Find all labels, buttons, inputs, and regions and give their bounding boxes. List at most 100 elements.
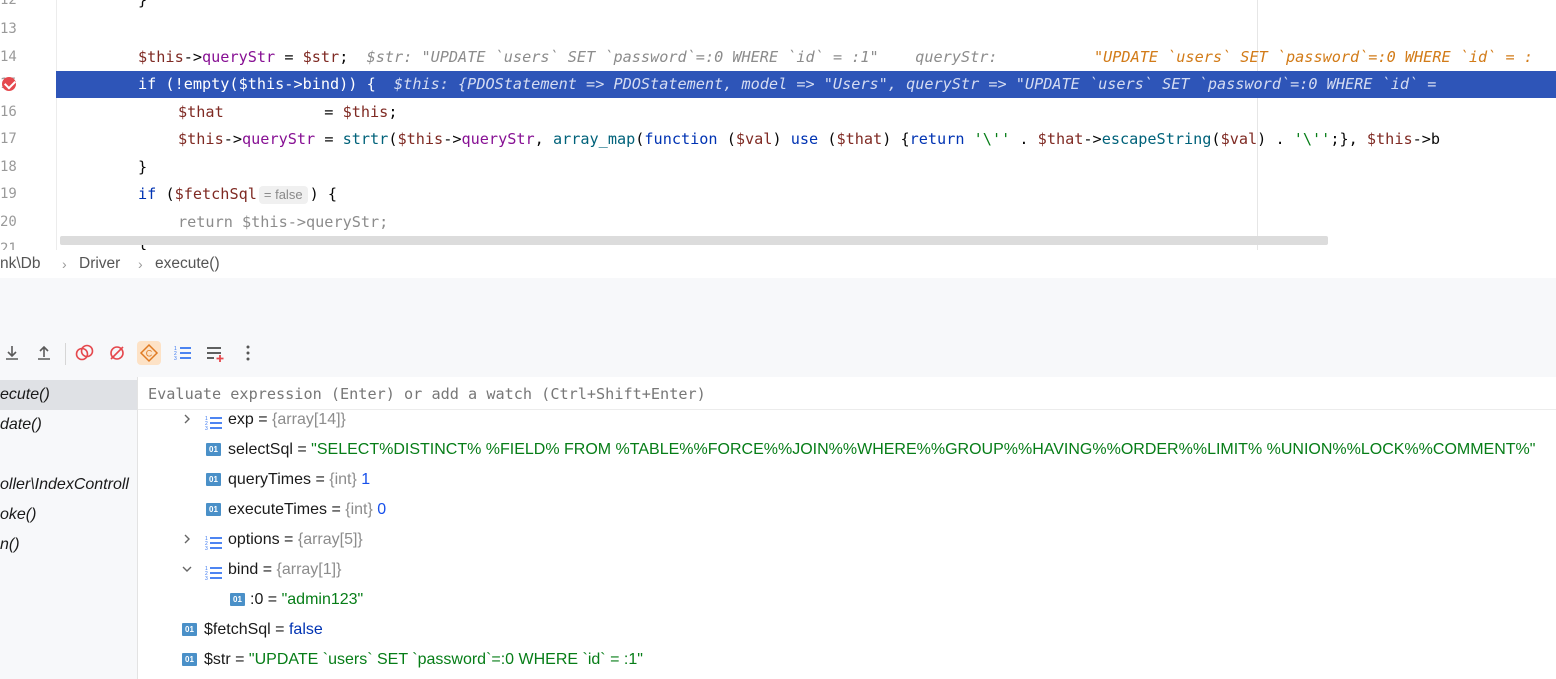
variable-value: false bbox=[288, 621, 323, 638]
toolbar-separator bbox=[65, 343, 66, 365]
frame-item[interactable]: n() bbox=[0, 530, 137, 560]
variable-type: {array[5]} bbox=[297, 531, 363, 548]
breadcrumb-item[interactable]: execute() bbox=[155, 250, 220, 278]
code-editor[interactable]: 12 } 13 14 $this->queryStr = $str; $str:… bbox=[0, 0, 1556, 250]
variable-name: queryTimes bbox=[228, 471, 311, 488]
code-line[interactable]: 13 bbox=[0, 16, 1556, 43]
variable-name: bind bbox=[228, 561, 259, 578]
chevron-right-icon[interactable] bbox=[180, 405, 194, 435]
inline-debug-value-changed: "UPDATE `users` SET `password`=:0 WHERE … bbox=[1094, 48, 1533, 66]
code-text: $that = $this; bbox=[178, 103, 398, 121]
variable-row[interactable]: 01 :0 = "admin123" bbox=[138, 585, 1556, 615]
variable-row[interactable]: 01 selectSql = "SELECT%DISTINCT% %FIELD%… bbox=[138, 435, 1556, 465]
code-line[interactable]: 12 } bbox=[0, 0, 1556, 14]
svg-text:C: C bbox=[146, 349, 153, 359]
chevron-down-icon[interactable] bbox=[180, 555, 194, 585]
variable-name: exp bbox=[228, 411, 254, 428]
variable-row[interactable]: 01 $fetchSql = false bbox=[138, 615, 1556, 645]
code-text: } bbox=[138, 158, 148, 176]
variable-type: {array[14]} bbox=[272, 411, 346, 428]
variable-value: "UPDATE `users` SET `password`=:0 WHERE … bbox=[248, 651, 643, 668]
code-line[interactable]: 18 } bbox=[0, 154, 1556, 181]
variables-panel: 123 exp = {array[14]} 01 selectSql = "SE… bbox=[138, 377, 1556, 679]
variable-name: :0 bbox=[250, 591, 264, 608]
variable-type: {array[1]} bbox=[276, 561, 342, 578]
code-text: if (!empty($this->bind)) { $this: {PDOSt… bbox=[138, 75, 1446, 93]
line-number: 16 bbox=[0, 104, 17, 120]
line-number: 12 bbox=[0, 0, 17, 8]
inlay-hint: = false bbox=[258, 186, 308, 204]
more-icon[interactable] bbox=[236, 341, 260, 365]
code-line[interactable]: 19 if ($fetchSql = false) { bbox=[0, 181, 1556, 208]
variable-row[interactable]: 01 $str = "UPDATE `users` SET `password`… bbox=[138, 645, 1556, 675]
code-line[interactable]: 20 return $this->queryStr; bbox=[0, 209, 1556, 236]
variable-name: $str bbox=[204, 651, 231, 668]
svg-text:3: 3 bbox=[205, 426, 208, 431]
step-into-icon[interactable] bbox=[0, 341, 24, 365]
variable-name: options bbox=[228, 531, 280, 548]
variable-row[interactable]: 123 bind = {array[1]} bbox=[138, 555, 1556, 585]
variable-value: "SELECT%DISTINCT% %FIELD% FROM %TABLE%%F… bbox=[311, 441, 1536, 458]
inline-debug-value: $str: "UPDATE `users` SET `password`=:0 … bbox=[366, 48, 879, 66]
horizontal-scrollbar[interactable] bbox=[60, 236, 1328, 245]
variable-row[interactable]: 123 exp = {array[14]} bbox=[138, 405, 1556, 435]
variable-row[interactable]: 01 executeTimes = {int} 0 bbox=[138, 495, 1556, 525]
frame-item[interactable]: oke() bbox=[0, 500, 137, 530]
coroutine-icon[interactable]: C bbox=[137, 341, 161, 365]
primitive-value-icon: 01 bbox=[206, 443, 221, 456]
chevron-right-icon[interactable] bbox=[180, 525, 194, 555]
line-number: 19 bbox=[0, 186, 17, 202]
mute-breakpoints-icon[interactable] bbox=[105, 341, 129, 365]
code-line[interactable]: 14 $this->queryStr = $str; $str: "UPDATE… bbox=[0, 44, 1556, 71]
breadcrumb-item[interactable]: Driver bbox=[79, 250, 120, 278]
frame-item[interactable]: ecute() bbox=[0, 380, 137, 410]
code-line[interactable]: 16 $that = $this; bbox=[0, 99, 1556, 126]
variable-name: $fetchSql bbox=[204, 621, 271, 638]
variable-name: executeTimes bbox=[228, 501, 327, 518]
code-text: $this->queryStr = strtr($this->queryStr,… bbox=[178, 130, 1441, 148]
line-number: 20 bbox=[0, 214, 17, 230]
frames-list-icon[interactable]: 123 bbox=[171, 341, 195, 365]
variable-row[interactable]: 01 queryTimes = {int} 1 bbox=[138, 465, 1556, 495]
view-breakpoints-icon[interactable] bbox=[73, 341, 97, 365]
breakpoint-icon[interactable] bbox=[2, 77, 16, 91]
code-text: } bbox=[138, 0, 148, 9]
variable-value: 0 bbox=[377, 501, 387, 518]
variable-name: selectSql bbox=[228, 441, 293, 458]
step-out-icon[interactable] bbox=[32, 341, 56, 365]
primitive-value-icon: 01 bbox=[182, 653, 197, 666]
primitive-value-icon: 01 bbox=[182, 623, 197, 636]
line-number: 14 bbox=[0, 49, 17, 65]
breadcrumb: nk\Db › Driver › execute() bbox=[0, 250, 1556, 278]
chevron-right-icon: › bbox=[138, 256, 143, 272]
panel-header bbox=[0, 278, 1556, 331]
execution-point-line[interactable]: 15 if (!empty($this->bind)) { $this: {PD… bbox=[0, 71, 1556, 98]
variable-row[interactable]: 123 options = {array[5]} bbox=[138, 525, 1556, 555]
code-text: $this->queryStr = $str; $str: "UPDATE `u… bbox=[138, 48, 1007, 66]
code-text: if ($fetchSql = false) { bbox=[138, 185, 337, 204]
add-watch-icon[interactable] bbox=[203, 341, 227, 365]
chevron-right-icon: › bbox=[62, 256, 67, 272]
primitive-value-icon: 01 bbox=[230, 593, 245, 606]
code-text: return $this->queryStr; bbox=[178, 213, 389, 231]
code-line[interactable]: 17 $this->queryStr = strtr($this->queryS… bbox=[0, 126, 1556, 153]
frame-item[interactable]: date() bbox=[0, 410, 137, 440]
primitive-value-icon: 01 bbox=[206, 473, 221, 486]
svg-text:3: 3 bbox=[174, 356, 177, 362]
line-number: 17 bbox=[0, 131, 17, 147]
frame-item[interactable]: oller\IndexControll bbox=[0, 470, 137, 500]
frame-item[interactable] bbox=[0, 440, 137, 470]
line-number: 13 bbox=[0, 21, 17, 37]
frames-list: ecute() date() oller\IndexControll oke()… bbox=[0, 377, 138, 679]
variable-value: "admin123" bbox=[281, 591, 364, 608]
inline-debug-value: $this: {PDOStatement => PDOStatement, mo… bbox=[394, 75, 1446, 93]
svg-text:3: 3 bbox=[205, 576, 208, 581]
primitive-value-icon: 01 bbox=[206, 503, 221, 516]
variable-value: 1 bbox=[361, 471, 371, 488]
variable-type: {int} bbox=[345, 501, 373, 518]
debug-toolbar: C 123 bbox=[0, 331, 1556, 377]
line-number: 21 bbox=[0, 241, 17, 250]
line-number: 18 bbox=[0, 159, 17, 175]
breadcrumb-item[interactable]: nk\Db bbox=[0, 250, 41, 278]
svg-text:3: 3 bbox=[205, 546, 208, 551]
